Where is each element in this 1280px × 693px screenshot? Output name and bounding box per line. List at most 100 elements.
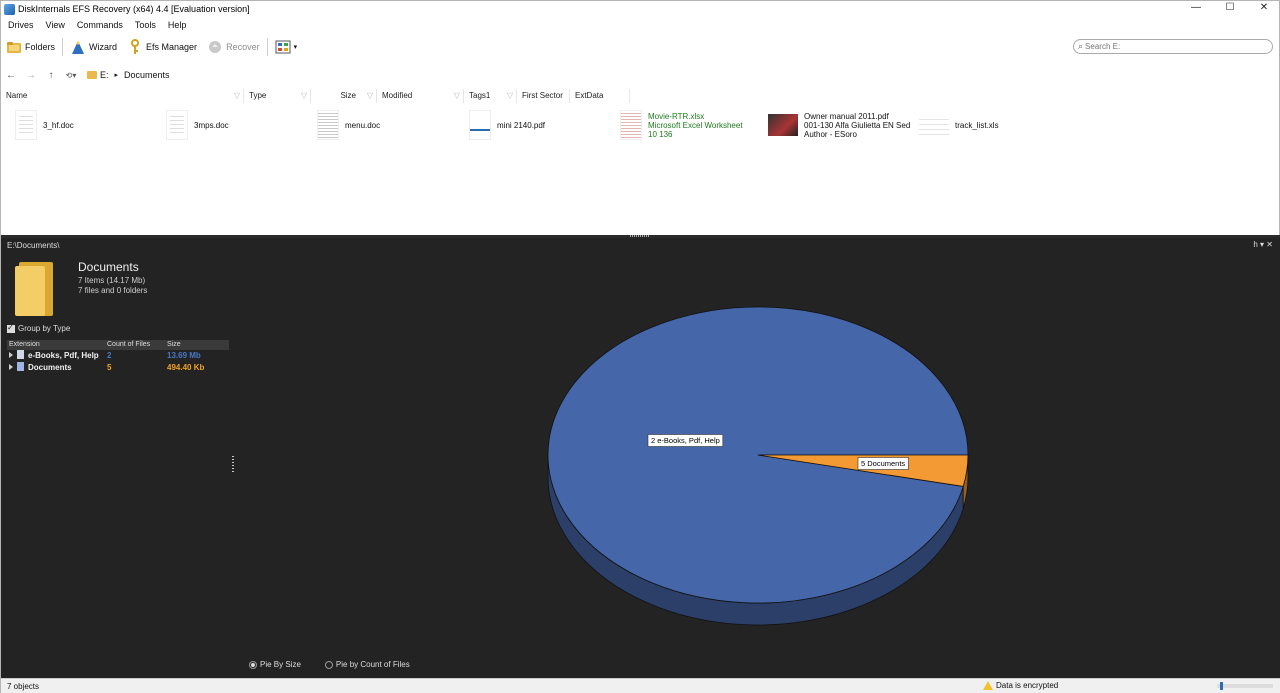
file-tile[interactable]: Owner manual 2011.pdf 001-130 Alfa Giuli…: [768, 107, 910, 143]
zoom-slider[interactable]: [1217, 682, 1273, 690]
column-header-first-sector[interactable]: First Sector: [517, 89, 570, 103]
encryption-status: Data is encrypted: [983, 681, 1058, 690]
chevron-down-icon: ▾: [293, 44, 298, 51]
radio-selected-icon[interactable]: [249, 660, 257, 669]
status-bar: 7 objects Data is encrypted: [1, 678, 1280, 693]
breadcrumb-folder[interactable]: Documents: [124, 70, 170, 80]
panel-resize-handle[interactable]: [232, 456, 234, 474]
checkbox-checked-icon[interactable]: [7, 323, 15, 333]
file-tile[interactable]: 3_hf.doc: [15, 107, 74, 143]
expand-icon[interactable]: [9, 352, 13, 358]
document-thumbnail: [15, 110, 37, 140]
history-icon[interactable]: ⟲▾: [61, 71, 81, 80]
column-header-size[interactable]: Size ▽: [311, 89, 377, 103]
efs-manager-button[interactable]: Efs Manager: [122, 37, 202, 57]
window-title: DiskInternals EFS Recovery (x64) 4.4 [Ev…: [18, 4, 250, 14]
file-tile[interactable]: track_list.xls: [919, 107, 999, 143]
group-by-label: Group by Type: [18, 324, 71, 333]
pie-by-count-radio[interactable]: Pie by Count of Files: [324, 660, 410, 669]
file-name: mini 2140.pdf: [497, 120, 546, 130]
pane-options-button[interactable]: h ▾ ✕: [1253, 240, 1273, 249]
menu-commands[interactable]: Commands: [70, 18, 128, 32]
filter-icon[interactable]: ▽: [367, 89, 373, 103]
recover-button[interactable]: Recover: [202, 37, 265, 57]
file-name: 3_hf.doc: [43, 120, 74, 130]
file-title: 001-130 Alfa Giulietta EN Sed: [804, 120, 911, 130]
filter-icon[interactable]: ▽: [234, 89, 240, 103]
file-author: Author - ESoro: [804, 129, 857, 139]
file-name: Movie-RTR.xlsx: [648, 111, 705, 121]
file-list: 3_hf.doc 3mps.doc menu.doc mini 2140.pdf…: [1, 105, 1280, 235]
pie-chart: 2 e-Books, Pdf, Help 5 Documents: [547, 306, 969, 626]
file-tile[interactable]: 3mps.doc: [166, 107, 229, 143]
pie-by-size-radio[interactable]: Pie By Size: [249, 660, 301, 669]
file-tile[interactable]: menu.doc: [317, 107, 380, 143]
column-label: ExtData: [575, 91, 604, 100]
filter-icon[interactable]: ▽: [301, 89, 307, 103]
group-size: 13.69 Mb: [167, 351, 201, 360]
column-label: Type: [249, 91, 267, 100]
maximize-button[interactable]: ☐: [1213, 1, 1247, 17]
column-header-name[interactable]: Name ▽: [1, 89, 244, 103]
pie-label-text: 5 Documents: [861, 459, 905, 468]
app-window: DiskInternals EFS Recovery (x64) 4.4 [Ev…: [0, 0, 1280, 693]
breadcrumb-drive[interactable]: E:: [100, 70, 109, 80]
pie-slice-label: 2 e-Books, Pdf, Help: [647, 434, 724, 447]
toolbar: Folders Wizard Efs Manager Recover ▾ ⌕ S…: [1, 37, 1280, 57]
folders-label: Folders: [25, 42, 56, 52]
image-thumbnail: [768, 114, 798, 136]
column-header-tags1[interactable]: Tags1 ▽: [464, 89, 517, 103]
group-row[interactable]: e-Books, Pdf, Help 2 13.69 Mb: [7, 350, 229, 362]
recover-label: Recover: [226, 42, 260, 52]
menu-drives[interactable]: Drives: [1, 18, 39, 32]
column-label: Size: [340, 91, 356, 100]
file-tile[interactable]: Movie-RTR.xlsx Microsoft Excel Worksheet…: [620, 107, 743, 143]
folders-button[interactable]: Folders: [1, 37, 60, 57]
column-label: Modified: [382, 91, 413, 100]
zoom-slider-knob[interactable]: [1219, 682, 1223, 690]
header-extension[interactable]: Extension: [7, 340, 107, 350]
efs-manager-label: Efs Manager: [146, 42, 198, 52]
file-name: 3mps.doc: [194, 120, 229, 130]
column-headers: Name ▽ Type ▽ Size ▽ Modified ▽ Tags1 ▽ First…: [1, 89, 1280, 103]
menu-tools[interactable]: Tools: [128, 18, 161, 32]
breadcrumb-separator[interactable]: ▸: [115, 71, 119, 79]
navigation-bar: ← → ↑ ⟲▾ E: ▸ Documents: [1, 67, 170, 83]
view-mode-dropdown[interactable]: ▾: [270, 37, 303, 57]
radio-unselected-icon[interactable]: [324, 660, 333, 669]
group-size: 494.40 Kb: [167, 363, 205, 372]
filter-icon[interactable]: ▽: [507, 89, 513, 103]
header-size[interactable]: Size: [167, 340, 229, 350]
warning-icon: [983, 681, 993, 690]
menu-view[interactable]: View: [39, 18, 70, 32]
minimize-button[interactable]: —: [1179, 1, 1213, 17]
ebook-icon: [17, 350, 24, 359]
back-arrow-icon[interactable]: ←: [1, 70, 21, 81]
group-name: Documents: [28, 363, 72, 372]
search-input[interactable]: [1085, 42, 1266, 51]
file-tile[interactable]: mini 2140.pdf: [469, 107, 545, 143]
up-arrow-icon[interactable]: ↑: [41, 70, 61, 81]
column-header-extdata[interactable]: ExtData: [570, 89, 630, 103]
group-by-type-checkbox[interactable]: Group by Type: [7, 323, 71, 333]
group-row[interactable]: Documents 5 494.40 Kb: [7, 362, 229, 374]
wizard-label: Wizard: [89, 42, 118, 52]
expand-icon[interactable]: [9, 364, 13, 370]
forward-arrow-icon[interactable]: →: [21, 70, 41, 81]
spreadsheet-thumbnail: [919, 115, 949, 135]
header-count[interactable]: Count of Files: [107, 340, 167, 350]
app-icon: [4, 3, 15, 15]
view-mode-icon: [275, 40, 291, 54]
column-header-type[interactable]: Type ▽: [244, 89, 311, 103]
details-title: Documents: [78, 260, 139, 274]
close-button[interactable]: ✕: [1247, 1, 1280, 17]
search-box[interactable]: ⌕: [1073, 39, 1273, 54]
filter-icon[interactable]: ▽: [454, 89, 460, 103]
toolbar-separator: [62, 38, 64, 56]
column-header-modified[interactable]: Modified ▽: [377, 89, 464, 103]
details-path: E:\Documents\: [7, 241, 60, 250]
search-icon: ⌕: [1078, 41, 1084, 51]
splitter-grip-icon[interactable]: [630, 235, 650, 237]
menu-help[interactable]: Help: [161, 18, 192, 32]
wizard-button[interactable]: Wizard: [65, 37, 122, 57]
